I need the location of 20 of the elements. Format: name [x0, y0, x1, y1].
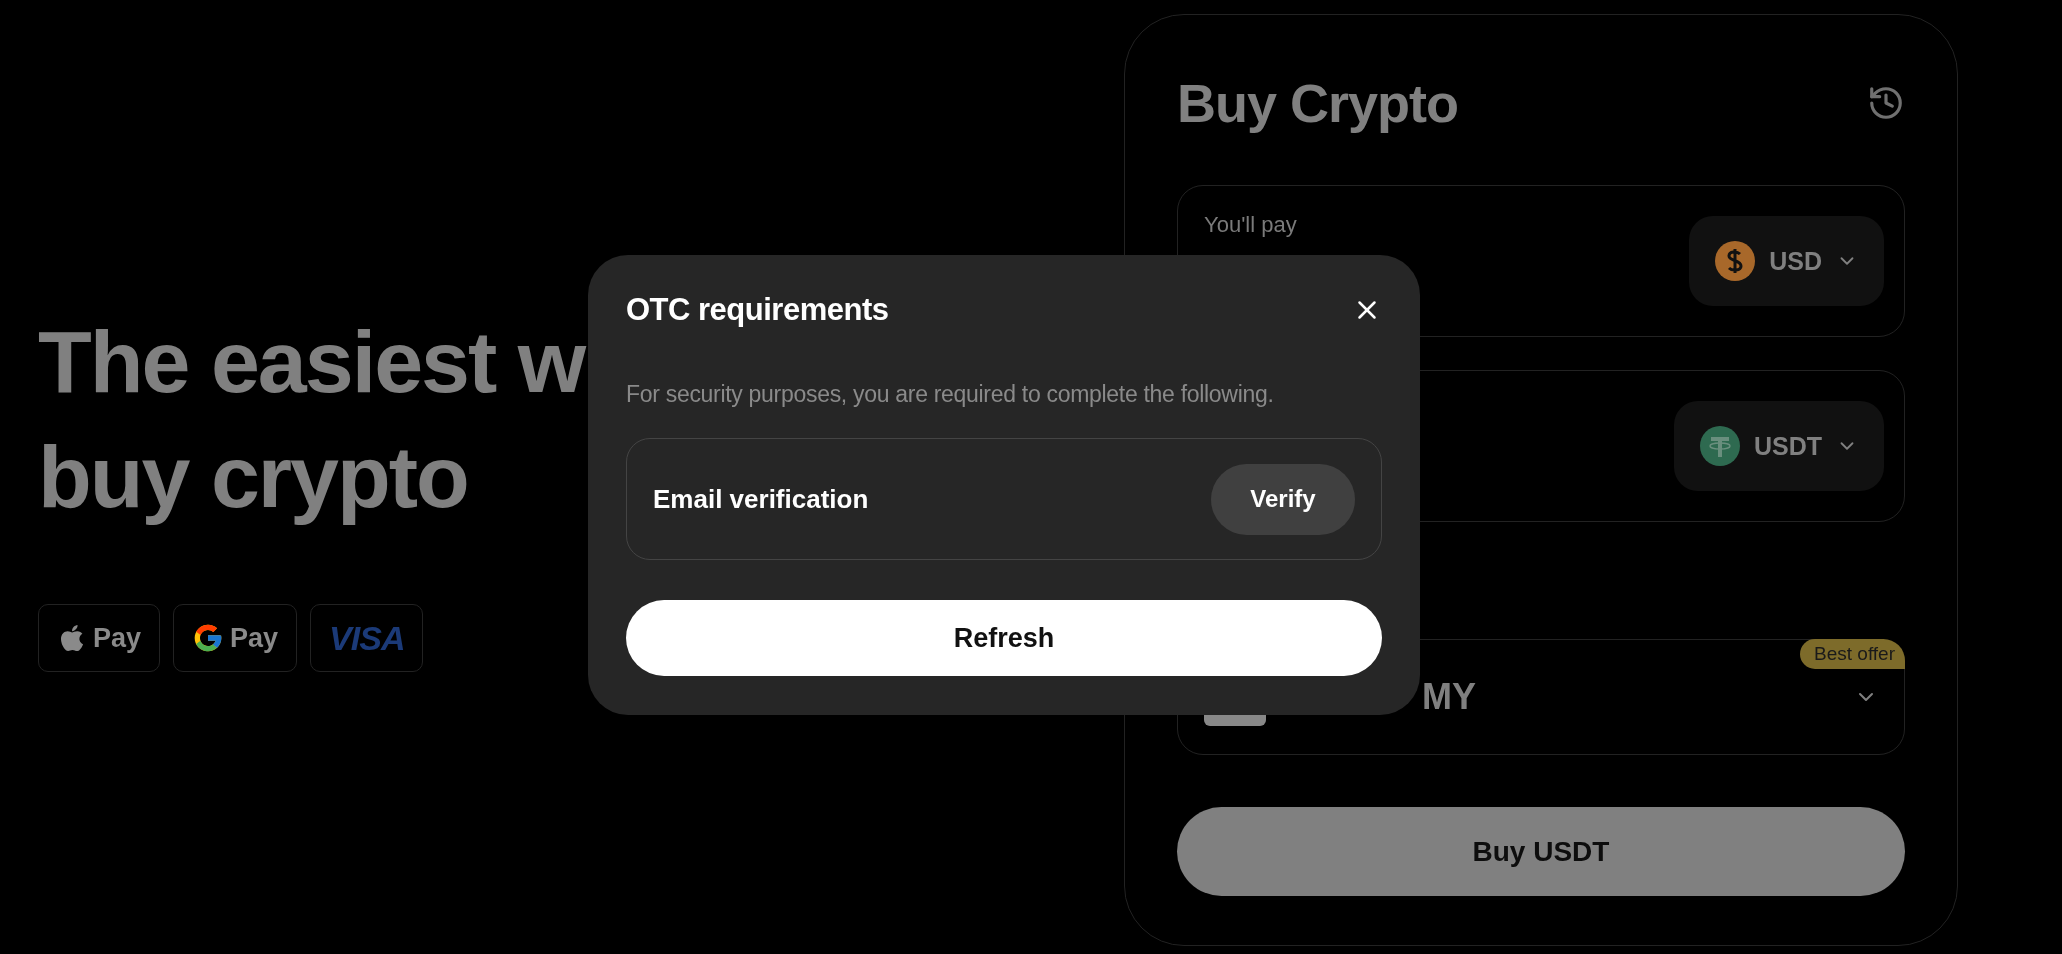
- buy-button[interactable]: Buy USDT: [1177, 807, 1905, 896]
- provider-name: MY: [1422, 676, 1476, 718]
- hero-heading: The easiest w: [38, 311, 585, 413]
- currency-select[interactable]: USD: [1689, 216, 1884, 306]
- verify-button[interactable]: Verify: [1211, 463, 1355, 535]
- card-title: Buy Crypto: [1177, 72, 1458, 134]
- history-icon[interactable]: [1867, 84, 1905, 122]
- dollar-coin-icon: [1715, 241, 1756, 281]
- hero-heading: buy crypto: [38, 426, 469, 528]
- pay-label: Pay: [93, 622, 142, 654]
- requirement-label: Email verification: [653, 483, 869, 515]
- pay-label: You'll pay: [1204, 212, 1297, 238]
- visa-logo: VISA: [329, 618, 405, 658]
- currency-select[interactable]: USDT: [1673, 401, 1884, 491]
- refresh-button[interactable]: Refresh: [626, 600, 1382, 676]
- best-offer-badge: Best offer: [1800, 639, 1905, 669]
- modal-description: For security purposes, you are required to complete the following.: [626, 381, 1275, 408]
- tether-coin-icon: [1699, 426, 1740, 466]
- modal-title: OTC requirements: [626, 292, 889, 328]
- pay-label: Pay: [230, 622, 279, 654]
